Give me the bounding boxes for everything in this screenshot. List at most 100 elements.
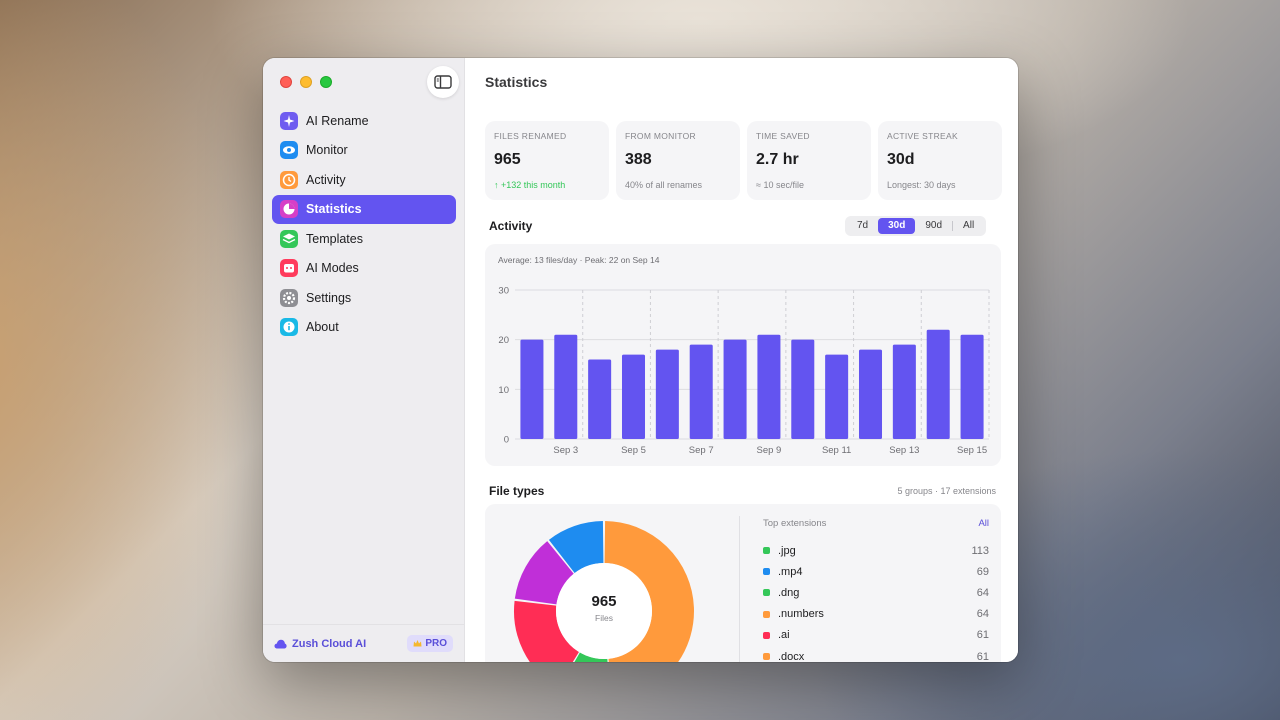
activity-chart: Average: 13 files/day · Peak: 22 on Sep … <box>485 244 1001 466</box>
bar-sep-11[interactable] <box>825 354 849 439</box>
sidebar-item-label: Settings <box>306 290 352 305</box>
color-swatch <box>763 547 770 555</box>
y-tick-label: 0 <box>504 435 509 446</box>
cloud-icon <box>274 639 287 648</box>
extension-count: 61 <box>976 629 989 642</box>
extension-count: 113 <box>971 544 989 557</box>
file-types-donut: 965 Files <box>509 516 699 662</box>
sidebar-footer: Zush Cloud AI PRO <box>263 624 464 662</box>
stat-value: 30d <box>887 151 915 168</box>
range-7d-button[interactable]: 7d <box>847 218 878 234</box>
sidebar-icon <box>434 75 452 89</box>
zoom-window-button[interactable] <box>320 76 332 88</box>
donut-label: Files <box>595 613 613 623</box>
extension-row: .numbers 64 <box>763 604 989 625</box>
activity-title: Activity <box>489 219 533 233</box>
stat-cards: FILES RENAMED 965 ↑ +132 this month FROM MO… <box>485 121 1002 200</box>
color-swatch <box>763 653 770 661</box>
pie-chart-icon <box>280 200 298 219</box>
sidebar-item-statistics[interactable]: Statistics <box>272 194 456 224</box>
x-tick-label: Sep 3 <box>553 445 578 456</box>
sidebar-nav: AI Rename Monitor Activity Statistics Templa… <box>272 106 456 342</box>
x-tick-label: Sep 11 <box>822 445 851 456</box>
top-extensions: Top extensions All .jpg 113 .mp4 69 .dng 64 .n… <box>763 518 989 662</box>
y-tick-label: 20 <box>498 335 509 346</box>
bar-sep-10[interactable] <box>791 339 815 439</box>
sidebar-item-templates[interactable]: Templates <box>272 224 456 254</box>
sidebar-item-label: Templates <box>306 231 363 246</box>
file-types-title: File types <box>489 484 545 498</box>
sidebar-item-activity[interactable]: Activity <box>272 165 456 195</box>
bar-sep-13[interactable] <box>892 344 916 439</box>
stat-label: ACTIVE STREAK <box>887 131 958 141</box>
x-tick-label: Sep 5 <box>621 445 646 456</box>
bar-sep-4[interactable] <box>588 359 612 439</box>
extension-name: .numbers <box>778 608 824 621</box>
cloud-ai-link[interactable]: Zush Cloud AI <box>292 638 366 650</box>
robot-icon <box>280 259 298 278</box>
stat-subtext: ≈ 10 sec/file <box>756 180 804 190</box>
minimize-window-button[interactable] <box>300 76 312 88</box>
stat-label: TIME SAVED <box>756 131 810 141</box>
sidebar-item-label: Statistics <box>306 202 362 217</box>
window-controls <box>280 76 332 88</box>
sidebar-item-about[interactable]: About <box>272 313 456 343</box>
range-30d-button[interactable]: 30d <box>878 218 916 234</box>
stat-value: 2.7 hr <box>756 151 799 168</box>
app-window: AI Rename Monitor Activity Statistics Templa… <box>263 58 1018 662</box>
layers-icon <box>280 229 298 248</box>
range-90d-button[interactable]: 90d <box>915 218 952 234</box>
extension-count: 64 <box>976 608 989 621</box>
x-tick-label: Sep 9 <box>757 445 782 456</box>
close-window-button[interactable] <box>280 76 292 88</box>
stat-card-files-renamed: FILES RENAMED 965 ↑ +132 this month <box>485 121 609 200</box>
bar-sep-6[interactable] <box>655 349 679 439</box>
sidebar-item-ai-rename[interactable]: AI Rename <box>272 106 456 136</box>
bar-sep-14[interactable] <box>926 329 950 439</box>
page-title: Statistics <box>485 74 548 90</box>
bar-sep-3[interactable] <box>554 334 578 439</box>
bar-sep-2[interactable] <box>520 339 544 439</box>
stat-label: FILES RENAMED <box>494 131 567 141</box>
extension-list: .jpg 113 .mp4 69 .dng 64 .numbers 64 .ai 61 .docx 6… <box>763 540 989 662</box>
sparkle-icon <box>280 111 298 130</box>
extension-name: .mp4 <box>778 565 803 578</box>
bar-sep-5[interactable] <box>621 354 646 439</box>
stat-subtext: 40% of all renames <box>625 180 703 190</box>
eye-icon <box>280 141 298 160</box>
sidebar: AI Rename Monitor Activity Statistics Templa… <box>263 58 465 662</box>
bar-sep-7[interactable] <box>689 344 713 439</box>
crown-icon <box>413 640 422 647</box>
sidebar-item-label: Activity <box>306 172 346 187</box>
color-swatch <box>763 589 770 597</box>
sidebar-item-monitor[interactable]: Monitor <box>272 136 456 166</box>
x-tick-label: Sep 15 <box>957 445 987 456</box>
top-extensions-header: Top extensions <box>763 518 827 529</box>
extension-name: .jpg <box>778 544 796 557</box>
sidebar-item-label: About <box>306 320 339 335</box>
range-all-button[interactable]: All <box>953 218 984 234</box>
stat-subtext: Longest: 30 days <box>887 180 956 190</box>
extension-row: .jpg 113 <box>763 540 989 561</box>
sidebar-item-settings[interactable]: Settings <box>272 283 456 313</box>
stat-subtext: ↑ +132 this month <box>494 180 566 190</box>
sidebar-toggle-button[interactable] <box>427 66 459 98</box>
extension-name: .docx <box>778 650 805 662</box>
sidebar-item-label: AI Rename <box>306 113 369 128</box>
clock-icon <box>280 170 298 189</box>
bar-sep-8[interactable] <box>723 339 747 439</box>
color-swatch <box>763 610 770 618</box>
pro-badge[interactable]: PRO <box>407 635 453 652</box>
donut-slice[interactable] <box>548 521 605 574</box>
stat-value: 965 <box>494 151 521 168</box>
donut-total: 965 <box>591 593 617 610</box>
bar-sep-12[interactable] <box>858 349 883 439</box>
sidebar-item-ai-modes[interactable]: AI Modes <box>272 254 456 284</box>
bar-sep-15[interactable] <box>960 334 984 439</box>
bar-sep-9[interactable] <box>757 334 781 439</box>
sidebar-item-label: Monitor <box>306 143 348 158</box>
donut-chart <box>514 521 694 662</box>
extension-count: 64 <box>976 586 989 599</box>
extension-name: .ai <box>778 629 790 642</box>
all-extensions-link[interactable]: All <box>978 518 989 529</box>
